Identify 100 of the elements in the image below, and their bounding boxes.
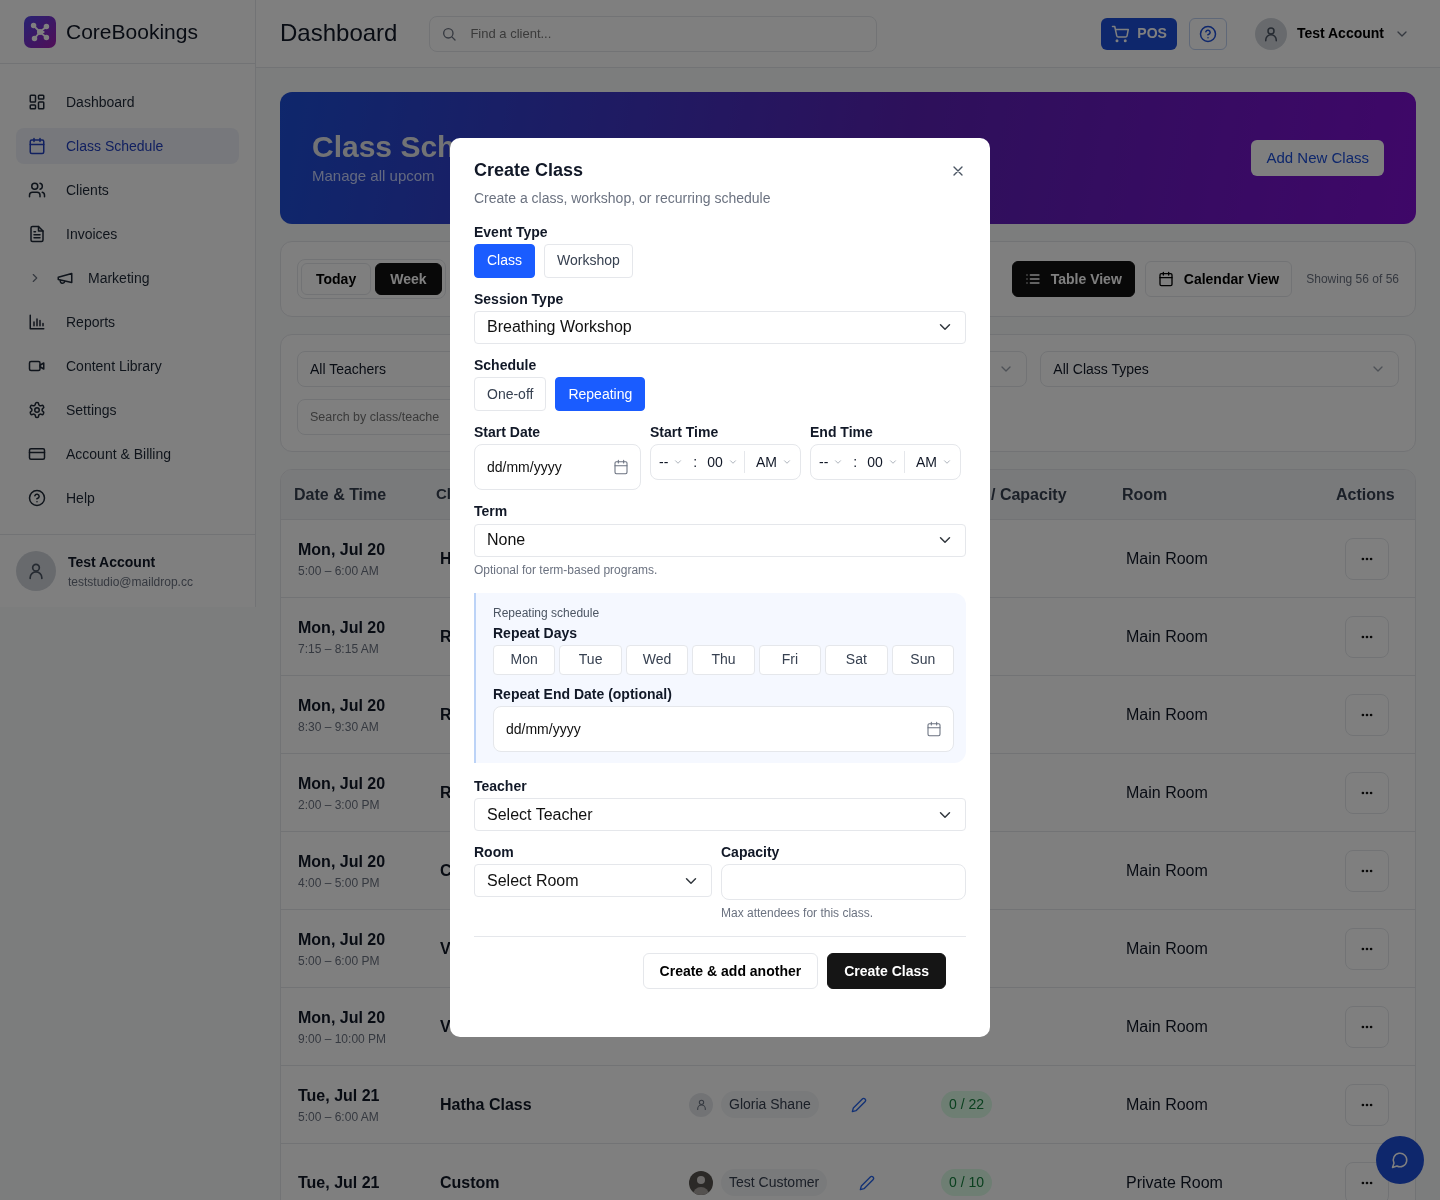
more-icon — [1360, 1024, 1374, 1029]
field-label: Repeat Days — [493, 623, 579, 642]
day-toggle[interactable]: Sun — [891, 644, 954, 675]
hour-select[interactable]: -- — [819, 451, 844, 473]
time-text: 2:00 – 3:00 PM — [298, 796, 380, 814]
field-label: End Time — [810, 423, 874, 442]
account-menu[interactable]: Test Account — [1248, 16, 1416, 51]
panel-caption: Repeating schedule — [493, 604, 601, 622]
sidebar-item[interactable]: Clients — [16, 172, 239, 208]
sidebar-item[interactable]: Marketing — [16, 260, 239, 296]
date-text: Tue, Jul 21 — [298, 1172, 380, 1193]
pencil-icon — [850, 1097, 867, 1114]
column-header: Cl — [436, 484, 451, 505]
help-button[interactable] — [1188, 17, 1227, 50]
time-text: 9:00 – 10:00 PM — [298, 1030, 387, 1048]
field-label: Repeat End Date (optional) — [493, 684, 673, 703]
view-toggle[interactable]: Calendar View — [1144, 261, 1293, 297]
date-text: Mon, Jul 20 — [298, 773, 386, 794]
class-name: R — [440, 626, 452, 647]
sidebar-item[interactable]: Dashboard — [16, 84, 239, 120]
toggle-button[interactable]: One-off — [474, 377, 547, 412]
range-tab[interactable]: Today — [301, 263, 372, 295]
room-name: Main Room — [1126, 548, 1208, 569]
day-toggle[interactable]: Tue — [559, 644, 622, 675]
hour-select[interactable]: -- — [659, 451, 684, 473]
class-name: Custom — [440, 1172, 500, 1193]
result-count: Showing 56 of 56 — [1306, 271, 1399, 288]
toggle-button[interactable]: Class — [474, 243, 535, 278]
dialog-subtitle: Create a class, workshop, or recurring schedule — [474, 188, 772, 208]
minute-select[interactable]: 00 — [707, 451, 738, 473]
class-name: V — [440, 938, 451, 959]
day-toggle[interactable]: Sat — [825, 644, 888, 675]
user-icon — [26, 561, 46, 581]
sidebar-item[interactable]: Content Library — [16, 348, 239, 384]
class-name: H — [440, 548, 452, 569]
date-text: Mon, Jul 20 — [298, 539, 386, 560]
room-select[interactable]: Select Room — [474, 864, 712, 898]
toggle-button[interactable]: Repeating — [555, 377, 646, 412]
date-field[interactable]: dd/mm/yyyy — [474, 444, 641, 491]
document-icon — [28, 225, 46, 243]
sidebar-item[interactable]: Help — [16, 480, 239, 516]
room-name: Main Room — [1126, 860, 1208, 881]
field-label: Start Date — [474, 423, 542, 442]
teacher-name: Test Customer — [721, 1169, 828, 1196]
date-text: Mon, Jul 20 — [298, 929, 386, 950]
search-field[interactable]: Find a client... — [429, 15, 878, 52]
date-field[interactable]: dd/mm/yyyy — [493, 705, 954, 752]
field-label: Term — [474, 502, 509, 521]
time-field[interactable]: -- : 00 AM — [650, 444, 801, 481]
time-text: 5:00 – 6:00 PM — [298, 952, 380, 970]
minute-select[interactable]: 00 — [867, 451, 898, 473]
day-toggle[interactable]: Mon — [493, 644, 556, 675]
day-toggle[interactable]: Wed — [625, 644, 689, 675]
help-icon — [1198, 24, 1217, 43]
field-label: Event Type — [474, 222, 549, 241]
booking-count: 0 / 10 — [941, 1169, 993, 1196]
teacher-select[interactable]: Select Teacher — [474, 798, 966, 832]
sidebar-item[interactable]: Account & Billing — [16, 436, 239, 472]
session-type-select[interactable]: Breathing Workshop — [474, 310, 966, 344]
help-text: Max attendees for this class. — [721, 905, 875, 923]
sidebar-item[interactable]: Settings — [16, 392, 239, 428]
column-header: Room — [1122, 484, 1168, 505]
filter-select[interactable]: All Class Types — [1040, 351, 1399, 387]
time-text: 7:15 – 8:15 AM — [298, 640, 379, 658]
date-text: Tue, Jul 21 — [298, 1085, 380, 1106]
time-field[interactable]: -- : 00 AM — [810, 444, 961, 481]
view-toggle[interactable]: Table View — [1011, 261, 1135, 297]
day-toggle[interactable]: Fri — [758, 644, 822, 675]
add-class-button[interactable]: Add New Class — [1251, 140, 1384, 176]
room-name: Main Room — [1126, 704, 1208, 725]
class-name: R — [440, 704, 452, 725]
calendar-icon — [28, 137, 46, 155]
create-another-button[interactable]: Create & add another — [642, 953, 819, 990]
booking-count: 0 / 22 — [941, 1091, 993, 1118]
user-email: teststudio@maildrop.cc — [68, 573, 193, 591]
time-text: 5:00 – 6:00 AM — [298, 562, 379, 580]
sidebar-item[interactable]: Invoices — [16, 216, 239, 252]
create-button[interactable]: Create Class — [827, 953, 946, 990]
user-icon — [694, 1098, 708, 1111]
calendar-icon — [613, 459, 629, 476]
help-icon — [28, 489, 46, 507]
day-toggle[interactable]: Thu — [692, 644, 755, 675]
room-name: Main Room — [1126, 1016, 1208, 1037]
period-select[interactable]: AM — [916, 451, 952, 473]
range-tab[interactable]: Week — [375, 263, 442, 295]
more-icon — [1360, 790, 1374, 795]
term-select[interactable]: None — [474, 523, 966, 557]
field-label: Teacher — [474, 776, 528, 796]
calendar-icon — [1157, 271, 1174, 287]
users-icon — [28, 181, 46, 199]
capacity-field[interactable] — [721, 864, 966, 901]
period-select[interactable]: AM — [756, 451, 792, 473]
sidebar-item[interactable]: Reports — [16, 304, 239, 340]
toggle-button[interactable]: Workshop — [544, 243, 633, 278]
pencil-icon — [859, 1175, 876, 1192]
room-name: Main Room — [1126, 1094, 1208, 1115]
more-icon — [1360, 946, 1374, 951]
dialog-title: Create Class — [474, 160, 584, 182]
date-text: Mon, Jul 20 — [298, 617, 386, 638]
chat-bubble-icon — [1391, 1151, 1409, 1169]
